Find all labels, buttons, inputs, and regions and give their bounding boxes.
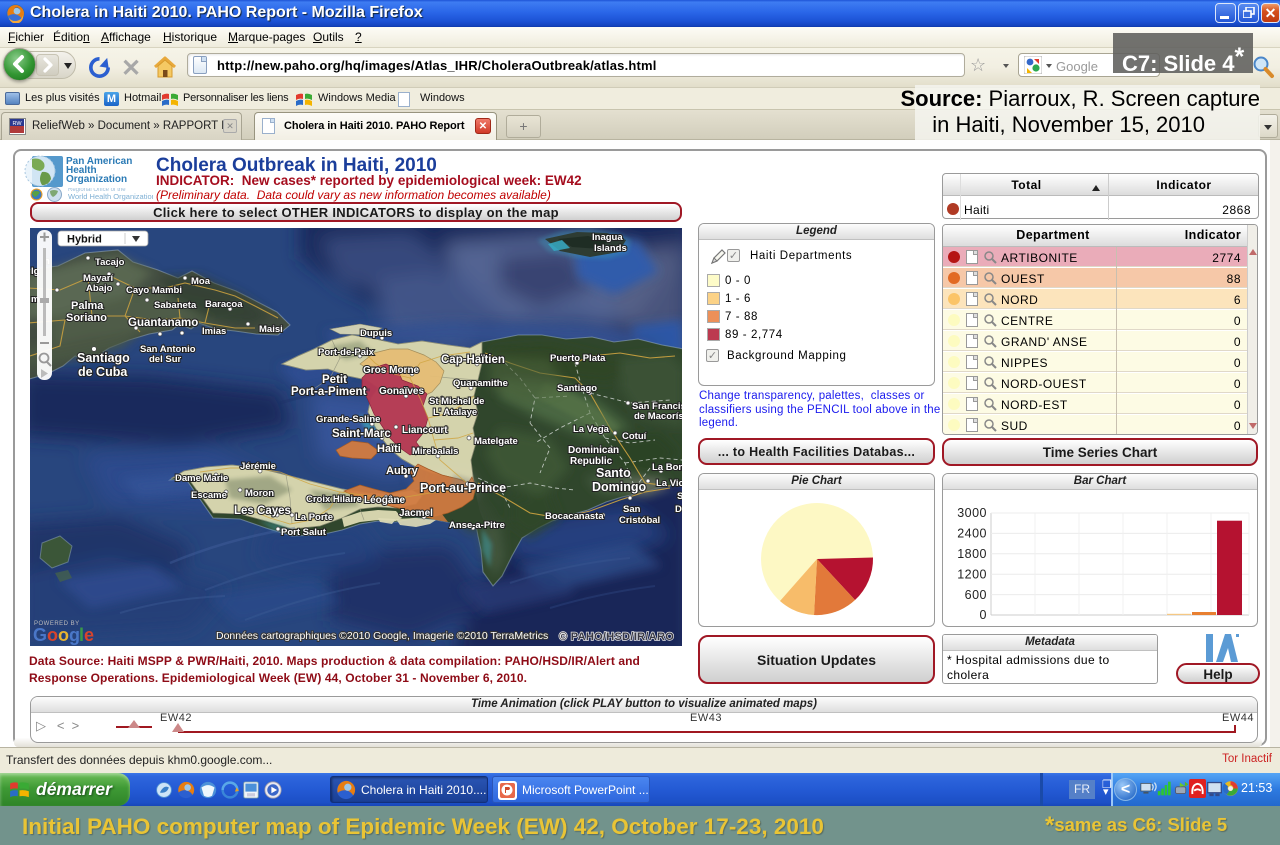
svg-text:3000: 3000 <box>957 506 987 520</box>
svg-text:o: o <box>47 625 58 645</box>
svg-text:Liancourt: Liancourt <box>402 425 448 436</box>
svg-text:Cap-Haïtien: Cap-Haïtien <box>441 354 505 366</box>
svg-text:Saint-Marc: Saint-Marc <box>332 428 391 440</box>
svg-text:Dupuis: Dupuis <box>360 328 392 339</box>
svg-text:Croix Hilaire: Croix Hilaire <box>306 494 362 505</box>
svg-text:1200: 1200 <box>957 568 987 582</box>
svg-text:Port Salut: Port Salut <box>281 527 327 538</box>
svg-text:Jérémie: Jérémie <box>240 461 276 472</box>
svg-text:2400: 2400 <box>957 527 987 541</box>
svg-text:Anse-a-Pitre: Anse-a-Pitre <box>449 520 505 531</box>
svg-text:San: San <box>623 504 641 515</box>
svg-text:La Bon: La Bon <box>652 462 682 473</box>
svg-text:S: S <box>677 491 682 502</box>
svg-text:Port-de-Paix: Port-de-Paix <box>318 347 375 358</box>
svg-text:Cristóbal: Cristóbal <box>619 515 660 526</box>
svg-text:Grande-Saline: Grande-Saline <box>316 414 380 425</box>
svg-text:Sabaneta: Sabaneta <box>154 300 197 311</box>
svg-text:Jacmel: Jacmel <box>399 508 433 519</box>
svg-text:de Macorís: de Macorís <box>634 411 682 422</box>
svg-text:Port-au-Prince: Port-au-Prince <box>420 481 506 495</box>
svg-text:Islands: Islands <box>594 243 627 254</box>
svg-text:Haïti: Haïti <box>377 443 401 455</box>
svg-text:Matelgate: Matelgate <box>474 436 518 447</box>
svg-text:de Cuba: de Cuba <box>78 365 128 379</box>
svg-text:Abajo: Abajo <box>86 283 113 294</box>
svg-text:L' Atalaye: L' Atalaye <box>433 407 477 418</box>
svg-text:Cayo Mambi: Cayo Mambi <box>126 285 182 296</box>
svg-text:© PAHO/HSD/IR/ARO: © PAHO/HSD/IR/ARO <box>559 631 674 643</box>
svg-text:Gros Morne: Gros Morne <box>363 365 420 376</box>
svg-text:Moron: Moron <box>245 488 274 499</box>
svg-text:Hybrid: Hybrid <box>67 234 102 246</box>
svg-text:Escame: Escame <box>191 490 227 501</box>
svg-text:G: G <box>33 625 47 645</box>
svg-text:Soriano: Soriano <box>66 312 107 324</box>
svg-text:Dominican: Dominican <box>568 445 619 456</box>
svg-text:Mirebalais: Mirebalais <box>412 446 458 457</box>
svg-text:Quanamithe: Quanamithe <box>453 378 508 389</box>
svg-text:Palma: Palma <box>71 300 104 312</box>
svg-text:Port-a-Piment: Port-a-Piment <box>291 386 367 398</box>
svg-text:Moa: Moa <box>191 276 211 287</box>
svg-text:Puerto Plata: Puerto Plata <box>550 353 606 364</box>
svg-text:Santiago: Santiago <box>557 383 597 394</box>
svg-text:Données cartographiques ©2010: Données cartographiques ©2010 Google, Im… <box>216 630 548 642</box>
svg-text:Bocacanasta: Bocacanasta <box>545 511 604 522</box>
svg-text:Tacajo: Tacajo <box>95 257 125 268</box>
svg-text:del Sur: del Sur <box>149 354 182 365</box>
svg-text:Guantanamo: Guantanamo <box>128 317 198 329</box>
svg-text:Domingo: Domingo <box>592 480 647 494</box>
svg-text:Les Cayes: Les Cayes <box>234 505 291 517</box>
svg-text:Santiago: Santiago <box>77 351 130 365</box>
svg-text:600: 600 <box>965 588 987 602</box>
svg-text:La Vic: La Vic <box>656 478 682 489</box>
svg-text:Inagua: Inagua <box>592 232 623 243</box>
svg-text:Petit: Petit <box>322 374 347 386</box>
svg-text:Léogâne: Léogâne <box>364 495 406 506</box>
svg-text:Imias: Imias <box>202 326 226 337</box>
svg-text:La Porte: La Porte <box>295 512 333 523</box>
svg-text:Gonaïves: Gonaïves <box>379 386 424 397</box>
svg-text:La Vega: La Vega <box>573 424 610 435</box>
svg-text:Cotuí: Cotuí <box>622 431 647 442</box>
svg-text:Dame Marie: Dame Marie <box>175 473 228 484</box>
svg-text:St Michel de: St Michel de <box>429 396 484 407</box>
svg-text:e: e <box>84 625 94 645</box>
svg-text:Aubry: Aubry <box>386 465 419 477</box>
svg-text:0: 0 <box>980 608 987 621</box>
svg-text:1800: 1800 <box>957 547 987 561</box>
svg-text:Baracoa: Baracoa <box>205 299 243 310</box>
svg-text:Santo: Santo <box>596 466 631 480</box>
svg-text:Maisi: Maisi <box>259 324 283 335</box>
svg-text:o: o <box>58 625 69 645</box>
svg-text:D: D <box>675 504 682 515</box>
